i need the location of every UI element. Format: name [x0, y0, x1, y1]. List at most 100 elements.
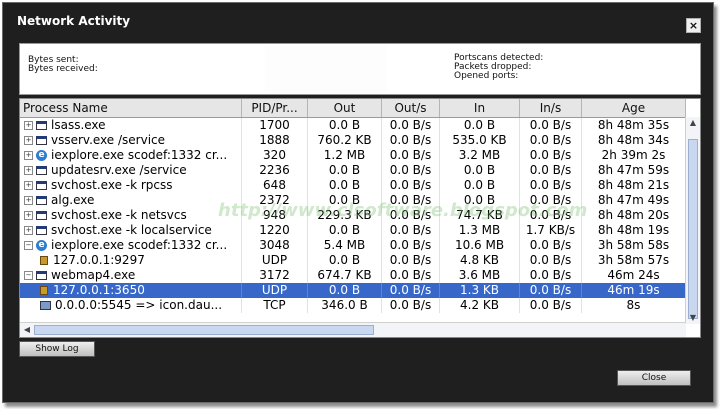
column-header-in[interactable]: In: [440, 99, 520, 117]
out-cell: 0.0 B: [308, 178, 382, 193]
expand-icon[interactable]: +: [24, 121, 33, 130]
column-header-out[interactable]: Out: [308, 99, 382, 117]
process-name-cell: + vsserv.exe /service: [20, 133, 242, 148]
pid-protocol-cell: 2236: [242, 163, 308, 178]
process-icon: [36, 226, 47, 235]
out-per-sec-cell: 0.0 B/s: [382, 163, 440, 178]
process-name-cell: − e iexplore.exe scodef:1332 cr...: [20, 238, 242, 253]
column-header-process-name[interactable]: Process Name: [20, 99, 242, 117]
column-header-out-per-sec[interactable]: Out/s: [382, 99, 440, 117]
table-row[interactable]: 127.0.0.1:9297 UDP 0.0 B 0.0 B/s 4.8 KB 0.0 B…: [20, 253, 686, 268]
opened-ports-label: Opened ports:: [454, 71, 519, 81]
statistics-panel: Bytes sent: Bytes received: Portscans de…: [19, 43, 701, 95]
process-name-cell: + svchost.exe -k rpcss: [20, 178, 242, 193]
table-row[interactable]: 0.0.0.0:5545 => icon.dau... TCP 346.0 B 0.0…: [20, 298, 686, 313]
vertical-scroll-thumb[interactable]: [688, 139, 698, 319]
in-cell: 4.2 KB: [440, 298, 520, 313]
out-per-sec-cell: 0.0 B/s: [382, 253, 440, 268]
process-name-text: 127.0.0.1:3650: [53, 283, 145, 297]
bytes-received-label: Bytes received:: [28, 64, 98, 74]
process-name-cell: − webmap4.exe: [20, 268, 242, 283]
in-cell: 3.6 MB: [440, 268, 520, 283]
lock-icon: [40, 256, 48, 265]
process-icon: [36, 196, 47, 205]
expand-icon[interactable]: +: [24, 151, 33, 160]
process-list[interactable]: Process Name PID/Pr... Out Out/s In In/s Age +…: [19, 98, 701, 338]
table-row[interactable]: + alg.exe 2372 0.0 B 0.0 B/s 0.0 B 0.0 B/s 8h 4…: [20, 193, 686, 208]
expand-icon[interactable]: +: [24, 166, 33, 175]
age-cell: 8h 48m 19s: [582, 223, 686, 238]
process-name-text: svchost.exe -k rpcss: [51, 178, 173, 192]
expand-icon[interactable]: +: [24, 136, 33, 145]
in-per-sec-cell: 0.0 B/s: [520, 283, 582, 298]
table-row[interactable]: − webmap4.exe 3172 674.7 KB 0.0 B/s 3.6 MB 0.0…: [20, 268, 686, 283]
process-name-cell: 127.0.0.1:3650: [20, 283, 242, 298]
out-cell: 346.0 B: [308, 298, 382, 313]
scroll-left-icon[interactable]: ◀: [20, 324, 34, 336]
table-row[interactable]: + svchost.exe -k rpcss 648 0.0 B 0.0 B/s 0.0 …: [20, 178, 686, 193]
age-cell: 8h 48m 20s: [582, 208, 686, 223]
process-name-text: alg.exe: [51, 193, 95, 207]
process-name-cell: + alg.exe: [20, 193, 242, 208]
in-cell: 0.0 B: [440, 193, 520, 208]
out-cell: 674.7 KB: [308, 268, 382, 283]
table-row[interactable]: + vsserv.exe /service 1888 760.2 KB 0.0 B/s 5…: [20, 133, 686, 148]
out-per-sec-cell: 0.0 B/s: [382, 148, 440, 163]
in-cell: 0.0 B: [440, 118, 520, 133]
out-per-sec-cell: 0.0 B/s: [382, 268, 440, 283]
horizontal-scroll-thumb[interactable]: [34, 325, 374, 335]
internet-explorer-icon: e: [36, 150, 47, 161]
in-per-sec-cell: 0.0 B/s: [520, 208, 582, 223]
table-row[interactable]: − e iexplore.exe scodef:1332 cr... 3048 5.4 …: [20, 238, 686, 253]
age-cell: 3h 58m 57s: [582, 253, 686, 268]
vertical-scrollbar[interactable]: ▲ ▼: [685, 117, 700, 324]
scroll-up-icon[interactable]: ▲: [686, 117, 700, 129]
process-icon: [36, 166, 47, 175]
expand-icon[interactable]: +: [24, 196, 33, 205]
in-per-sec-cell: 0.0 B/s: [520, 178, 582, 193]
show-log-button[interactable]: Show Log: [19, 341, 95, 357]
out-per-sec-cell: 0.0 B/s: [382, 208, 440, 223]
in-per-sec-cell: 0.0 B/s: [520, 253, 582, 268]
table-row[interactable]: + lsass.exe 1700 0.0 B 0.0 B/s 0.0 B 0.0 B/s 8h…: [20, 118, 686, 133]
column-header-age[interactable]: Age: [582, 99, 686, 117]
horizontal-scrollbar[interactable]: ◀: [20, 322, 686, 337]
collapse-icon[interactable]: −: [24, 271, 33, 280]
out-cell: 0.0 B: [308, 163, 382, 178]
out-cell: 0.0 B: [308, 283, 382, 298]
pid-protocol-cell: 3048: [242, 238, 308, 253]
process-icon: [36, 181, 47, 190]
table-row[interactable]: + svchost.exe -k localservice 1220 0.0 B 0.0…: [20, 223, 686, 238]
process-name-text: updatesrv.exe /service: [51, 163, 187, 177]
out-cell: 1.2 MB: [308, 148, 382, 163]
table-row[interactable]: + svchost.exe -k netsvcs 948 229.3 KB 0.0 B/…: [20, 208, 686, 223]
title-bar[interactable]: Network Activity ×: [3, 3, 713, 39]
close-icon[interactable]: ×: [686, 18, 701, 33]
out-per-sec-cell: 0.0 B/s: [382, 133, 440, 148]
scroll-down-icon[interactable]: ▼: [686, 312, 700, 324]
pid-protocol-cell: 2372: [242, 193, 308, 208]
collapse-icon[interactable]: −: [24, 241, 33, 250]
in-cell: 1.3 MB: [440, 223, 520, 238]
table-row[interactable]: 127.0.0.1:3650 UDP 0.0 B 0.0 B/s 1.3 KB 0.0 B…: [20, 283, 686, 298]
in-per-sec-cell: 1.7 KB/s: [520, 223, 582, 238]
expand-icon[interactable]: +: [24, 181, 33, 190]
column-header-pid-protocol[interactable]: PID/Pr...: [242, 99, 308, 117]
out-per-sec-cell: 0.0 B/s: [382, 298, 440, 313]
close-button[interactable]: Close: [617, 370, 691, 386]
out-cell: 0.0 B: [308, 193, 382, 208]
pid-protocol-cell: 320: [242, 148, 308, 163]
in-per-sec-cell: 0.0 B/s: [520, 163, 582, 178]
column-header-in-per-sec[interactable]: In/s: [520, 99, 582, 117]
in-cell: 3.2 MB: [440, 148, 520, 163]
table-row[interactable]: + e iexplore.exe scodef:1332 cr... 320 1.2 M…: [20, 148, 686, 163]
table-row[interactable]: + updatesrv.exe /service 2236 0.0 B 0.0 B/s 0…: [20, 163, 686, 178]
process-icon: [36, 136, 47, 145]
in-per-sec-cell: 0.0 B/s: [520, 298, 582, 313]
out-cell: 0.0 B: [308, 253, 382, 268]
pid-protocol-cell: 948: [242, 208, 308, 223]
expand-icon[interactable]: +: [24, 211, 33, 220]
process-name-text: iexplore.exe scodef:1332 cr...: [51, 148, 228, 162]
process-icon: [36, 121, 47, 130]
expand-icon[interactable]: +: [24, 226, 33, 235]
